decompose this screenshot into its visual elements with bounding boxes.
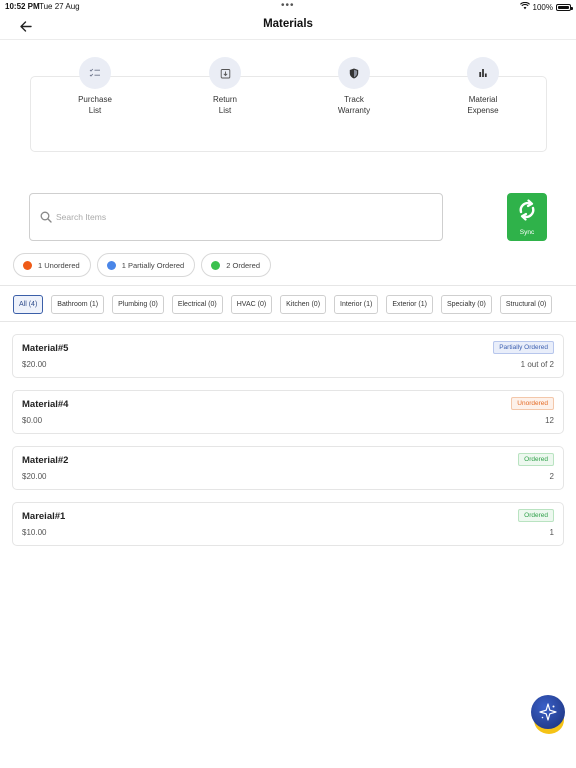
search-icon	[40, 210, 52, 228]
ordered-dot-icon	[211, 260, 221, 270]
status-badge: Partially Ordered	[493, 341, 554, 354]
search-box	[29, 193, 443, 241]
material-card[interactable]: Mareial#1 $10.00 Ordered 1	[12, 502, 564, 546]
material-quantity: 2	[549, 472, 554, 481]
status-badge: Ordered	[518, 453, 554, 466]
material-name: Material#5	[22, 343, 69, 354]
material-quantity: 1 out of 2	[520, 360, 554, 369]
material-name: Mareial#1	[22, 511, 66, 522]
sync-label: Sync	[519, 228, 535, 236]
purchase-list-button[interactable]: Purchase List	[60, 57, 130, 116]
material-name: Material#4	[22, 399, 69, 410]
assistant-fab-button[interactable]	[531, 695, 565, 735]
status-pill-partially-ordered[interactable]: 1 Partially Ordered	[96, 253, 196, 277]
sync-icon	[516, 198, 538, 226]
category-filter-bar: All (4) Bathroom (1) Plumbing (0) Electr…	[0, 285, 576, 322]
shield-icon	[338, 57, 370, 89]
filter-chip-structural[interactable]: Structural (0)	[499, 295, 553, 314]
multitasking-dots[interactable]: •••	[281, 0, 295, 11]
filter-chip-specialty[interactable]: Specialty (0)	[440, 295, 492, 314]
material-price: $0.00	[22, 416, 43, 425]
partially-ordered-dot-icon	[106, 260, 116, 270]
material-price: $20.00	[22, 472, 47, 481]
filter-chip-kitchen[interactable]: Kitchen (0)	[280, 295, 327, 314]
status-pill-ordered[interactable]: 2 Ordered	[201, 253, 272, 277]
battery-icon	[556, 3, 573, 11]
track-warranty-button[interactable]: Track Warranty	[319, 57, 389, 116]
status-summary: 1 Unordered 1 Partially Ordered 2 Ordere…	[13, 253, 272, 277]
status-date: Tue 27 Aug	[39, 2, 80, 11]
filter-chip-hvac[interactable]: HVAC (0)	[230, 295, 273, 314]
sparkle-assistant-icon	[531, 695, 565, 729]
wifi-icon	[519, 1, 530, 12]
filter-chip-plumbing[interactable]: Plumbing (0)	[112, 295, 164, 314]
filter-chip-electrical[interactable]: Electrical (0)	[171, 295, 223, 314]
return-list-button[interactable]: Return List	[190, 57, 260, 116]
material-name: Material#2	[22, 455, 69, 466]
status-right: 100%	[519, 1, 573, 12]
material-card[interactable]: Material#4 $0.00 Unordered 12	[12, 390, 564, 434]
material-price: $10.00	[22, 528, 47, 537]
status-badge: Ordered	[518, 509, 554, 522]
bar-chart-icon	[467, 57, 499, 89]
nav-bar: Materials	[0, 14, 576, 40]
status-pill-label: 1 Unordered	[38, 260, 80, 270]
page-title: Materials	[263, 18, 313, 30]
battery-percent: 100%	[532, 2, 553, 12]
status-time: 10:52 PM	[5, 2, 40, 11]
filter-chip-interior[interactable]: Interior (1)	[334, 295, 379, 314]
material-expense-label: Material Expense	[467, 95, 499, 115]
filter-chip-all[interactable]: All (4)	[13, 295, 44, 314]
return-box-icon	[209, 57, 241, 89]
filter-chip-exterior[interactable]: Exterior (1)	[386, 295, 433, 314]
purchase-list-label: Purchase List	[78, 95, 112, 115]
material-price: $20.00	[22, 360, 47, 369]
material-quantity: 1	[549, 528, 554, 537]
track-warranty-label: Track Warranty	[337, 95, 371, 115]
material-card[interactable]: Material#5 $20.00 Partially Ordered 1 ou…	[12, 334, 564, 378]
status-pill-label: 2 Ordered	[226, 260, 261, 270]
return-list-label: Return List	[212, 95, 237, 115]
unordered-dot-icon	[23, 260, 32, 270]
material-quantity: 12	[545, 416, 554, 425]
filter-chip-bathroom[interactable]: Bathroom (1)	[51, 295, 105, 314]
checklist-icon	[79, 57, 111, 89]
search-input[interactable]	[56, 206, 416, 228]
material-list: Material#5 $20.00 Partially Ordered 1 ou…	[12, 334, 564, 558]
sync-button[interactable]: Sync	[507, 193, 547, 241]
status-pill-unordered[interactable]: 1 Unordered	[13, 253, 91, 277]
material-expense-button[interactable]: Material Expense	[448, 57, 518, 116]
status-bar: 10:52 PM Tue 27 Aug ••• 100%	[0, 0, 576, 14]
status-pill-label: 1 Partially Ordered	[121, 260, 185, 270]
material-card[interactable]: Material#2 $20.00 Ordered 2	[12, 446, 564, 490]
status-badge: Unordered	[511, 397, 554, 410]
